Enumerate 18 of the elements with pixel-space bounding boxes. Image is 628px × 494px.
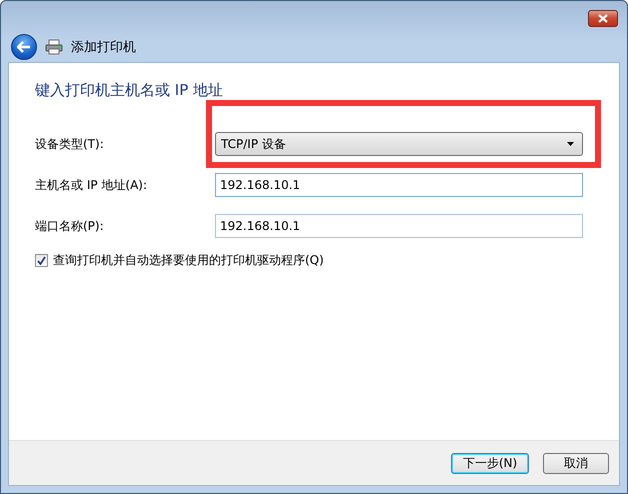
cancel-button[interactable]: 取消	[543, 452, 609, 474]
close-button[interactable]	[588, 10, 618, 27]
back-button[interactable]	[11, 34, 37, 60]
printer-icon	[45, 38, 63, 54]
field-label: 主机名或 IP 地址(A):	[35, 176, 148, 194]
window-title: 添加打印机	[71, 38, 136, 56]
input-field[interactable]: 192.168.10.1	[215, 214, 583, 238]
page-heading: 键入打印机主机名或 IP 地址	[35, 81, 224, 100]
next-button[interactable]: 下一步(N)	[451, 452, 529, 474]
dropdown-arrow-icon	[567, 142, 574, 146]
input-field[interactable]: 192.168.10.1	[215, 173, 583, 197]
back-arrow-icon	[17, 40, 31, 52]
checkbox[interactable]	[35, 254, 48, 267]
field-label: 端口名称(P):	[35, 218, 105, 234]
device-type-dropdown[interactable]: TCP/IP 设备	[215, 132, 583, 156]
checkbox-label: 查询打印机并自动选择要使用的打印机驱动程序(Q)	[53, 252, 324, 269]
field-label: 设备类型(T):	[35, 136, 105, 152]
close-icon	[598, 14, 608, 23]
